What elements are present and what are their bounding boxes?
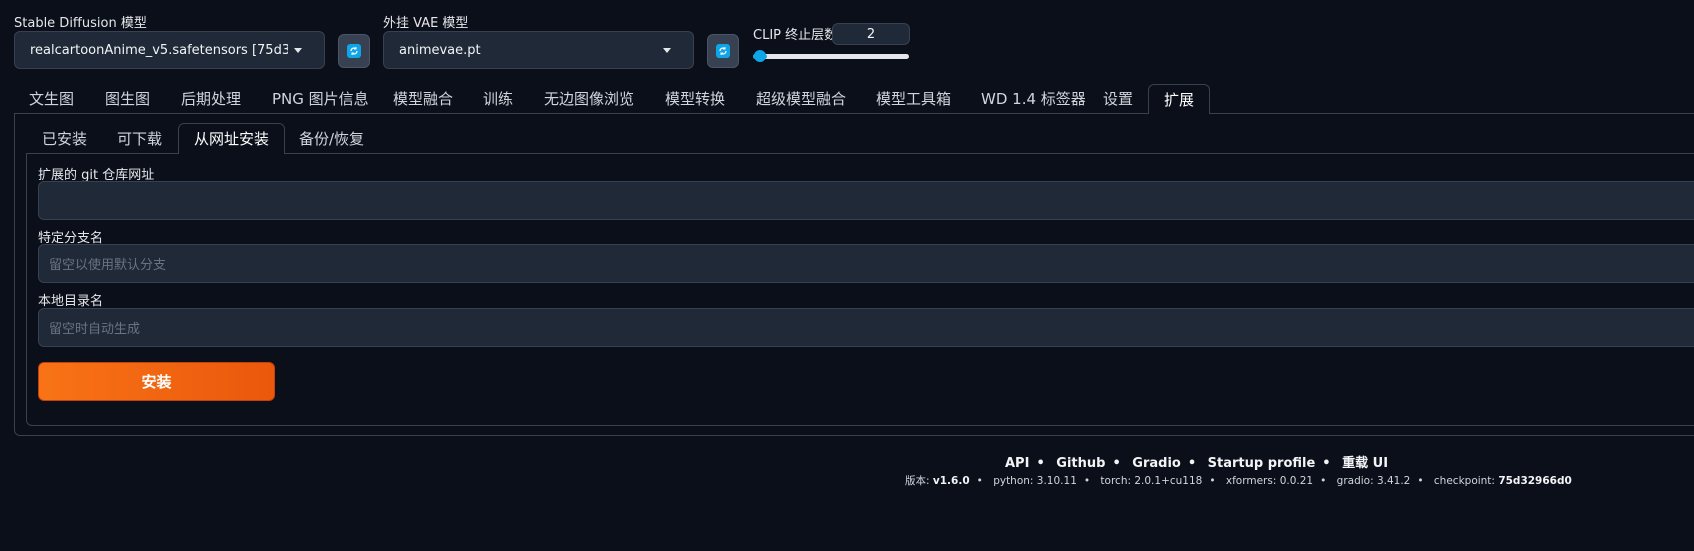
tab-png-info[interactable]: PNG 图片信息 <box>257 84 384 114</box>
tab-img2img[interactable]: 图生图 <box>90 84 165 114</box>
tab-backup-restore[interactable]: 备份/恢复 <box>284 124 379 154</box>
local-dir-placeholder: 留空时自动生成 <box>49 322 141 337</box>
footer-link-reload-ui[interactable]: 重载 UI <box>1342 456 1388 471</box>
xformers-version: xformers: 0.0.21 <box>1225 475 1314 487</box>
tab-model-converter[interactable]: 模型转换 <box>650 84 740 114</box>
tab-model-toolkit[interactable]: 模型工具箱 <box>861 84 966 114</box>
vae-model-dropdown[interactable]: animevae.pt <box>383 31 694 69</box>
tab-checkpoint-merger[interactable]: 模型融合 <box>378 84 468 114</box>
tab-install-from-url[interactable]: 从网址安装 <box>178 123 286 154</box>
tab-available[interactable]: 可下载 <box>102 124 177 154</box>
clip-number-input[interactable]: 2 <box>832 23 910 45</box>
tab-extras[interactable]: 后期处理 <box>166 84 256 114</box>
local-dir-label: 本地目录名 <box>38 294 104 309</box>
chevron-down-icon <box>294 48 302 53</box>
python-version: python: 3.10.11 <box>993 475 1077 487</box>
clip-slider-track[interactable] <box>753 54 909 59</box>
version-value: v1.6.0 <box>932 475 970 487</box>
checkpoint-value: 75d32966d0 <box>1498 475 1572 487</box>
tab-train[interactable]: 训练 <box>468 84 528 114</box>
tab-image-browser[interactable]: 无边图像浏览 <box>529 84 649 114</box>
vae-model-refresh-button[interactable] <box>707 34 739 68</box>
branch-placeholder: 留空以使用默认分支 <box>49 258 167 273</box>
torch-version: torch: 2.0.1+cu118 <box>1100 475 1203 487</box>
sd-model-label: Stable Diffusion 模型 <box>14 16 147 31</box>
vae-model-value: animevae.pt <box>399 42 481 58</box>
refresh-icon <box>347 44 361 58</box>
footer-link-startup-profile[interactable]: Startup profile <box>1208 456 1316 471</box>
tab-txt2img[interactable]: 文生图 <box>14 84 89 114</box>
checkpoint-label: checkpoint: <box>1433 475 1495 487</box>
install-button[interactable]: 安装 <box>38 362 275 401</box>
git-url-input[interactable] <box>38 181 1694 220</box>
local-dir-input[interactable]: 留空时自动生成 <box>38 308 1694 347</box>
clip-slider-handle[interactable] <box>754 50 766 62</box>
sd-model-dropdown[interactable]: realcartoonAnime_v5.safetensors [75d3296… <box>14 31 325 69</box>
tab-wd14-tagger[interactable]: WD 1.4 标签器 <box>966 84 1101 114</box>
chevron-down-icon <box>663 48 671 53</box>
footer-version-info: 版本: v1.6.0 • python: 3.10.11 • torch: 2.0.… <box>905 475 1572 487</box>
vae-model-label: 外挂 VAE 模型 <box>383 16 469 31</box>
tab-settings[interactable]: 设置 <box>1088 84 1148 114</box>
branch-input[interactable]: 留空以使用默认分支 <box>38 244 1694 283</box>
footer-link-gradio[interactable]: Gradio <box>1132 456 1181 471</box>
tab-extensions[interactable]: 扩展 <box>1148 84 1211 114</box>
version-label: 版本: <box>905 475 930 487</box>
sd-model-value: realcartoonAnime_v5.safetensors [75d3296… <box>30 42 288 58</box>
tab-installed[interactable]: 已安装 <box>27 124 102 154</box>
refresh-icon <box>716 44 730 58</box>
clip-label: CLIP 终止层数 <box>753 28 838 43</box>
footer-link-api[interactable]: API <box>1005 456 1029 471</box>
gradio-version: gradio: 3.41.2 <box>1336 475 1411 487</box>
footer-links: API • Github • Gradio • Startup profile • 重载… <box>1005 456 1389 471</box>
footer-link-github[interactable]: Github <box>1056 456 1105 471</box>
tab-super-merger[interactable]: 超级模型融合 <box>741 84 861 114</box>
sd-model-refresh-button[interactable] <box>338 34 370 68</box>
